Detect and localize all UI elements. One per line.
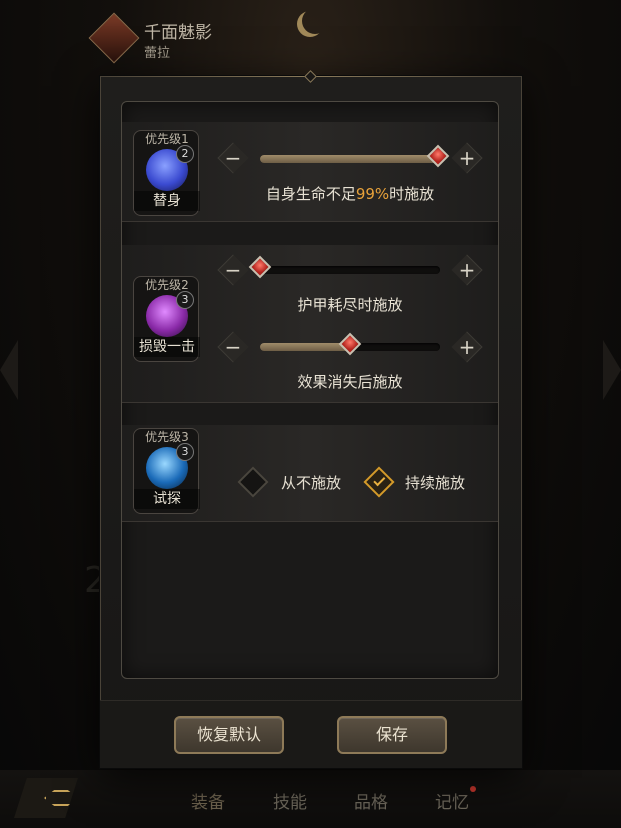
slider-fill bbox=[260, 343, 350, 351]
minus-icon: − bbox=[224, 258, 242, 282]
slider-fill bbox=[260, 155, 439, 163]
skill-level-badge: 3 bbox=[176, 443, 194, 461]
character-emblem-icon bbox=[88, 12, 140, 64]
priority-label: 优先级2 bbox=[145, 278, 189, 292]
minus-icon: − bbox=[224, 146, 242, 170]
skill-slot-2[interactable]: 优先级2 3 损毁一击 bbox=[133, 276, 200, 362]
back-icon bbox=[44, 790, 78, 806]
condition-value: 99% bbox=[355, 185, 390, 203]
tab-memory[interactable]: 记忆 bbox=[435, 788, 469, 813]
skill-name: 试探 bbox=[134, 489, 200, 509]
skill-level-badge: 3 bbox=[176, 291, 194, 309]
priority-label: 优先级3 bbox=[145, 430, 189, 444]
increase-button[interactable]: + bbox=[451, 254, 483, 286]
prev-arrow-icon[interactable] bbox=[0, 340, 18, 400]
check-icon bbox=[373, 474, 386, 487]
skill-name: 替身 bbox=[134, 191, 200, 211]
condition-text-2: 护甲耗尽时施放 bbox=[297, 296, 403, 314]
plus-icon: + bbox=[458, 258, 476, 282]
skill-slot-3[interactable]: 优先级3 3 试探 bbox=[133, 428, 200, 514]
threshold-slider-3[interactable] bbox=[260, 332, 440, 356]
condition-prefix: 自身生命不足 bbox=[265, 185, 356, 203]
condition-text-1: 自身生命不足99%时施放 bbox=[220, 183, 480, 204]
next-arrow-icon[interactable] bbox=[603, 340, 621, 400]
tab-character[interactable]: 品格 bbox=[354, 788, 388, 813]
skill-name: 损毁一击 bbox=[134, 337, 200, 357]
threshold-slider-2[interactable] bbox=[248, 255, 440, 279]
save-button[interactable]: 保存 bbox=[337, 716, 447, 754]
skill-slot-1[interactable]: 优先级1 2 替身 bbox=[133, 130, 200, 216]
back-button[interactable] bbox=[14, 778, 78, 818]
increase-button[interactable]: + bbox=[451, 142, 483, 174]
moon-icon bbox=[302, 8, 328, 34]
tab-equipment[interactable]: 装备 bbox=[191, 788, 225, 813]
notification-dot bbox=[470, 786, 476, 792]
plus-icon: + bbox=[458, 146, 476, 170]
minus-icon: − bbox=[224, 335, 242, 359]
condition-suffix: 时施放 bbox=[389, 185, 435, 203]
always-cast-label[interactable]: 持续施放 bbox=[405, 472, 465, 493]
never-cast-label[interactable]: 从不施放 bbox=[281, 472, 341, 493]
increase-button[interactable]: + bbox=[451, 331, 483, 363]
bottom-nav: 装备 技能 品格 记忆 bbox=[0, 770, 621, 828]
condition-text-3: 效果消失后施放 bbox=[297, 373, 403, 391]
decrease-button[interactable]: − bbox=[217, 331, 249, 363]
threshold-slider-1[interactable] bbox=[260, 144, 450, 168]
skill-level-badge: 2 bbox=[176, 145, 194, 163]
decrease-button[interactable]: − bbox=[217, 142, 249, 174]
decrease-button[interactable]: − bbox=[217, 254, 249, 286]
priority-label: 优先级1 bbox=[145, 132, 189, 146]
character-name: 蕾拉 bbox=[144, 46, 171, 61]
character-header: 千面魅影 蕾拉 bbox=[0, 0, 621, 70]
character-title: 千面魅影 bbox=[144, 23, 212, 43]
reset-default-button[interactable]: 恢复默认 bbox=[174, 716, 284, 754]
plus-icon: + bbox=[458, 335, 476, 359]
dialog-footer bbox=[100, 700, 522, 768]
tab-skills[interactable]: 技能 bbox=[273, 788, 307, 813]
